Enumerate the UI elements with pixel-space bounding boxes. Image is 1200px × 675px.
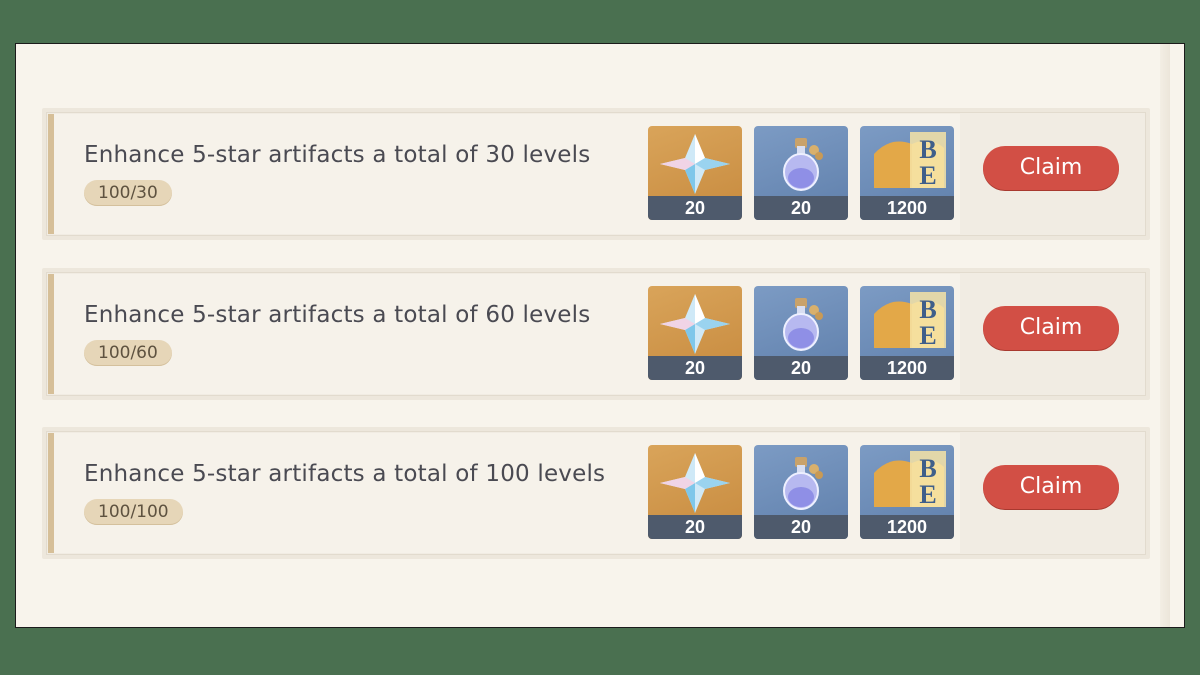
panel-scroll-edge xyxy=(1160,44,1170,627)
claim-button[interactable]: Claim xyxy=(983,306,1119,350)
reward-quantity: 20 xyxy=(648,356,742,380)
claim-button[interactable]: Claim xyxy=(983,465,1119,509)
potion-icon xyxy=(783,138,823,191)
svg-text:E: E xyxy=(919,161,936,190)
reward-potion[interactable]: 20 xyxy=(754,445,848,539)
potion-icon xyxy=(783,298,823,351)
svg-text:B: B xyxy=(919,454,936,483)
reward-quantity: 20 xyxy=(754,196,848,220)
reward-exp-book[interactable]: B E 1200 xyxy=(860,126,954,220)
progress-badge: 100/100 xyxy=(84,499,183,525)
primogem-icon xyxy=(660,453,730,513)
reward-quantity: 1200 xyxy=(860,196,954,220)
exp-book-icon: B E xyxy=(874,132,946,190)
reward-primogem[interactable]: 20 xyxy=(648,286,742,380)
claim-button[interactable]: Claim xyxy=(983,146,1119,190)
primogem-icon xyxy=(660,294,730,354)
task-row: Enhance 5-star artifacts a total of 60 l… xyxy=(42,268,1150,400)
reward-exp-book[interactable]: B E 1200 xyxy=(860,445,954,539)
svg-text:E: E xyxy=(919,321,936,350)
reward-quantity: 20 xyxy=(754,515,848,539)
reward-primogem[interactable]: 20 xyxy=(648,445,742,539)
reward-quantity: 1200 xyxy=(860,515,954,539)
primogem-icon xyxy=(660,134,730,194)
task-row: Enhance 5-star artifacts a total of 30 l… xyxy=(42,108,1150,240)
task-row: Enhance 5-star artifacts a total of 100 … xyxy=(42,427,1150,559)
reward-exp-book[interactable]: B E 1200 xyxy=(860,286,954,380)
event-panel: Enhance 5-star artifacts a total of 30 l… xyxy=(16,44,1184,627)
progress-badge: 100/60 xyxy=(84,340,172,366)
reward-quantity: 20 xyxy=(648,515,742,539)
reward-quantity: 1200 xyxy=(860,356,954,380)
task-title: Enhance 5-star artifacts a total of 30 l… xyxy=(84,142,591,168)
reward-potion[interactable]: 20 xyxy=(754,286,848,380)
reward-potion[interactable]: 20 xyxy=(754,126,848,220)
reward-quantity: 20 xyxy=(754,356,848,380)
task-title: Enhance 5-star artifacts a total of 100 … xyxy=(84,461,606,487)
task-title: Enhance 5-star artifacts a total of 60 l… xyxy=(84,302,591,328)
exp-book-icon: B E xyxy=(874,451,946,509)
progress-badge: 100/30 xyxy=(84,180,172,206)
svg-text:E: E xyxy=(919,480,936,509)
potion-icon xyxy=(783,457,823,510)
exp-book-icon: B E xyxy=(874,292,946,350)
reward-primogem[interactable]: 20 xyxy=(648,126,742,220)
svg-text:B: B xyxy=(919,295,936,324)
reward-quantity: 20 xyxy=(648,196,742,220)
svg-text:B: B xyxy=(919,135,936,164)
